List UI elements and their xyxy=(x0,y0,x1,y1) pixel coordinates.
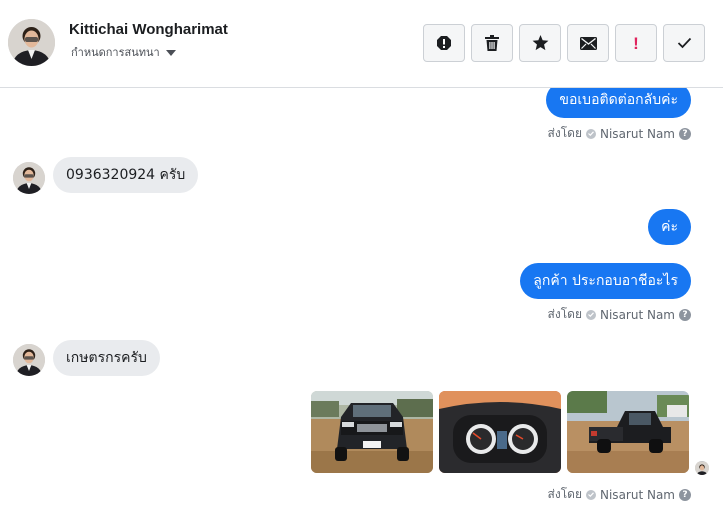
report-button[interactable] xyxy=(423,24,465,62)
important-icon: ! xyxy=(633,33,639,53)
seen-by-avatar xyxy=(695,461,709,475)
dashboard-gauges-photo[interactable] xyxy=(439,391,561,473)
sender-name[interactable]: Nisarut Nam xyxy=(600,488,675,502)
caret-down-icon xyxy=(165,49,176,56)
sent-by-info: ส่งโดย Nisarut Nam ? xyxy=(548,305,691,324)
mark-important-button[interactable]: ! xyxy=(615,24,657,62)
mark-done-button[interactable] xyxy=(663,24,705,62)
sent-by-label: ส่งโดย xyxy=(547,307,582,321)
verified-icon xyxy=(586,128,596,139)
help-icon[interactable]: ? xyxy=(679,127,691,140)
conversation-header: Kittichai Wongharimat กำหนดการสนทนา ! xyxy=(0,0,723,88)
report-icon xyxy=(436,35,452,51)
contact-avatar[interactable] xyxy=(13,344,45,376)
star-icon xyxy=(532,35,549,51)
pickup-front-photo[interactable] xyxy=(311,391,433,473)
star-button[interactable] xyxy=(519,24,561,62)
sent-by-label: ส่งโดย xyxy=(547,126,582,140)
incoming-message[interactable]: เกษตรกรครับ xyxy=(53,340,160,376)
contact-name[interactable]: Kittichai Wongharimat xyxy=(69,21,228,38)
envelope-icon xyxy=(579,36,597,50)
delete-button[interactable] xyxy=(471,24,513,62)
trash-icon xyxy=(485,35,499,51)
outgoing-message[interactable]: ลูกค้า ประกอบอาชีอะไร xyxy=(520,263,691,299)
header-actions: ! xyxy=(423,24,705,62)
outgoing-message[interactable]: ขอเบอติดต่อกลับค่ะ xyxy=(546,88,691,118)
incoming-message[interactable]: 0936320924 ครับ xyxy=(53,157,199,193)
conversation-settings-dropdown[interactable]: กำหนดการสนทนา xyxy=(71,43,176,61)
checkmark-icon xyxy=(677,37,692,49)
photo-attachments xyxy=(311,391,689,473)
contact-avatar[interactable] xyxy=(13,162,45,194)
verified-icon xyxy=(586,489,596,500)
conversation-settings-label: กำหนดการสนทนา xyxy=(71,46,160,59)
sent-by-info: ส่งโดย Nisarut Nam ? xyxy=(548,485,691,504)
verified-icon xyxy=(586,309,596,320)
sent-by-label: ส่งโดย xyxy=(547,487,582,501)
mark-unread-button[interactable] xyxy=(567,24,609,62)
help-icon[interactable]: ? xyxy=(679,308,691,321)
sender-name[interactable]: Nisarut Nam xyxy=(600,127,675,141)
sent-by-info: ส่งโดย Nisarut Nam ? xyxy=(548,124,691,143)
pickup-rear-photo[interactable] xyxy=(567,391,689,473)
avatar[interactable] xyxy=(8,19,55,66)
sender-name[interactable]: Nisarut Nam xyxy=(600,308,675,322)
outgoing-message[interactable]: ค่ะ xyxy=(648,209,691,245)
message-thread[interactable]: ขอเบอติดต่อกลับค่ะ ส่งโดย Nisarut Nam ? … xyxy=(0,88,723,512)
help-icon[interactable]: ? xyxy=(679,488,691,501)
